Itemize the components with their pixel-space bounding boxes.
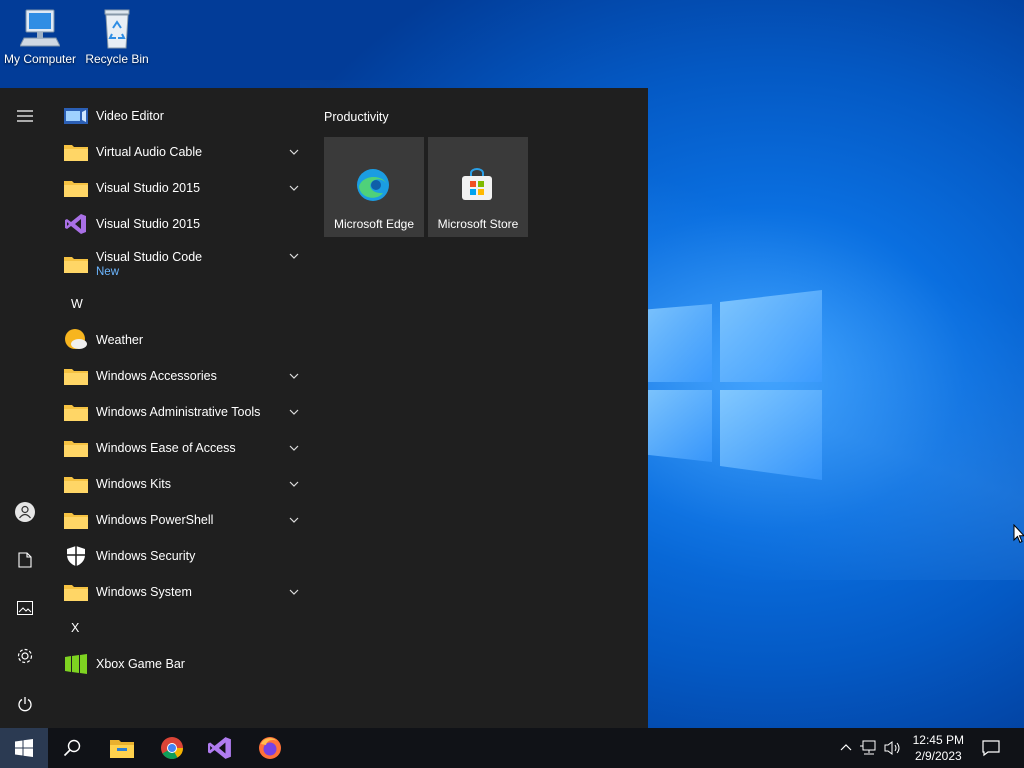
start-menu: Video Editor Virtual Audio Cable Visual … bbox=[0, 88, 648, 728]
xbox-game-bar-icon bbox=[63, 651, 89, 677]
app-windows-kits[interactable]: Windows Kits bbox=[56, 466, 306, 502]
computer-icon bbox=[20, 9, 60, 47]
desktop-icon-recycle-bin[interactable]: Recycle Bin bbox=[77, 6, 157, 66]
taskbar-file-explorer[interactable] bbox=[100, 728, 144, 768]
chevron-down-icon[interactable] bbox=[288, 182, 300, 194]
video-editor-icon bbox=[63, 103, 89, 129]
taskbar-chrome[interactable] bbox=[150, 728, 194, 768]
desktop-icon-my-computer[interactable]: My Computer bbox=[0, 6, 80, 66]
file-explorer-icon bbox=[110, 740, 134, 758]
search-icon bbox=[63, 739, 81, 757]
folder-icon bbox=[63, 435, 89, 461]
tile-group-title[interactable]: Productivity bbox=[324, 110, 389, 124]
app-windows-security[interactable]: Windows Security bbox=[56, 538, 306, 574]
app-visual-studio-2015[interactable]: Visual Studio 2015 bbox=[56, 206, 306, 242]
visual-studio-icon bbox=[63, 211, 89, 237]
pictures-icon[interactable] bbox=[13, 596, 37, 620]
chrome-icon bbox=[161, 737, 183, 759]
network-icon[interactable] bbox=[860, 740, 878, 756]
chevron-down-icon[interactable] bbox=[288, 250, 300, 262]
edge-icon bbox=[357, 169, 389, 201]
settings-icon[interactable] bbox=[13, 644, 37, 668]
recycle-bin-icon bbox=[104, 9, 130, 49]
app-windows-administrative-tools[interactable]: Windows Administrative Tools bbox=[56, 394, 306, 430]
user-icon[interactable] bbox=[13, 500, 37, 524]
documents-icon[interactable] bbox=[13, 548, 37, 572]
letter-header-x[interactable]: X bbox=[56, 610, 306, 646]
chevron-up-icon[interactable] bbox=[838, 740, 854, 756]
folder-icon bbox=[63, 471, 89, 497]
app-virtual-audio-cable[interactable]: Virtual Audio Cable bbox=[56, 134, 306, 170]
taskbar-firefox[interactable] bbox=[248, 728, 292, 768]
taskbar-clock[interactable]: 12:45 PM 2/9/2023 bbox=[913, 732, 964, 764]
chevron-down-icon[interactable] bbox=[288, 514, 300, 526]
folder-icon bbox=[63, 507, 89, 533]
chevron-down-icon[interactable] bbox=[288, 406, 300, 418]
volume-icon[interactable] bbox=[884, 740, 902, 756]
mouse-cursor-icon bbox=[1013, 524, 1024, 544]
new-badge: New bbox=[96, 266, 120, 278]
app-video-editor[interactable]: Video Editor bbox=[56, 98, 306, 134]
app-windows-ease-of-access[interactable]: Windows Ease of Access bbox=[56, 430, 306, 466]
tile-microsoft-store[interactable]: Microsoft Store bbox=[428, 137, 528, 237]
app-list: Video Editor Virtual Audio Cable Visual … bbox=[56, 98, 306, 682]
folder-icon bbox=[63, 175, 89, 201]
shield-icon bbox=[63, 543, 89, 569]
windows-start-icon bbox=[15, 739, 33, 757]
power-icon[interactable] bbox=[13, 692, 37, 716]
weather-icon bbox=[63, 327, 89, 353]
start-button[interactable] bbox=[0, 728, 48, 768]
windows-logo-wallpaper bbox=[640, 290, 822, 480]
letter-header-w[interactable]: W bbox=[56, 286, 306, 322]
app-windows-powershell[interactable]: Windows PowerShell bbox=[56, 502, 306, 538]
hamburger-menu-icon[interactable] bbox=[13, 104, 37, 128]
clock-date: 2/9/2023 bbox=[914, 749, 962, 763]
chevron-down-icon[interactable] bbox=[288, 442, 300, 454]
taskbar: 12:45 PM 2/9/2023 bbox=[0, 728, 1024, 768]
visual-studio-icon bbox=[208, 737, 231, 759]
start-rail bbox=[0, 88, 50, 728]
folder-icon bbox=[63, 399, 89, 425]
chevron-down-icon[interactable] bbox=[288, 586, 300, 598]
app-windows-accessories[interactable]: Windows Accessories bbox=[56, 358, 306, 394]
tile-microsoft-edge[interactable]: Microsoft Edge bbox=[324, 137, 424, 237]
app-xbox-game-bar[interactable]: Xbox Game Bar bbox=[56, 646, 306, 682]
chevron-down-icon[interactable] bbox=[288, 146, 300, 158]
folder-icon bbox=[63, 579, 89, 605]
app-visual-studio-code[interactable]: Visual Studio Code New bbox=[56, 242, 306, 286]
system-tray bbox=[838, 728, 902, 768]
folder-icon bbox=[63, 363, 89, 389]
folder-icon bbox=[63, 251, 89, 277]
store-icon bbox=[462, 168, 492, 200]
action-center-button[interactable] bbox=[976, 728, 1006, 768]
clock-time: 12:45 PM bbox=[912, 733, 964, 747]
chevron-down-icon[interactable] bbox=[288, 478, 300, 490]
taskbar-visual-studio[interactable] bbox=[198, 728, 242, 768]
app-windows-system[interactable]: Windows System bbox=[56, 574, 306, 610]
action-center-icon bbox=[982, 740, 1000, 757]
folder-icon bbox=[63, 139, 89, 165]
chevron-down-icon[interactable] bbox=[288, 370, 300, 382]
firefox-icon bbox=[259, 737, 281, 759]
taskbar-search-button[interactable] bbox=[50, 728, 94, 768]
app-visual-studio-2015-folder[interactable]: Visual Studio 2015 bbox=[56, 170, 306, 206]
app-weather[interactable]: Weather bbox=[56, 322, 306, 358]
